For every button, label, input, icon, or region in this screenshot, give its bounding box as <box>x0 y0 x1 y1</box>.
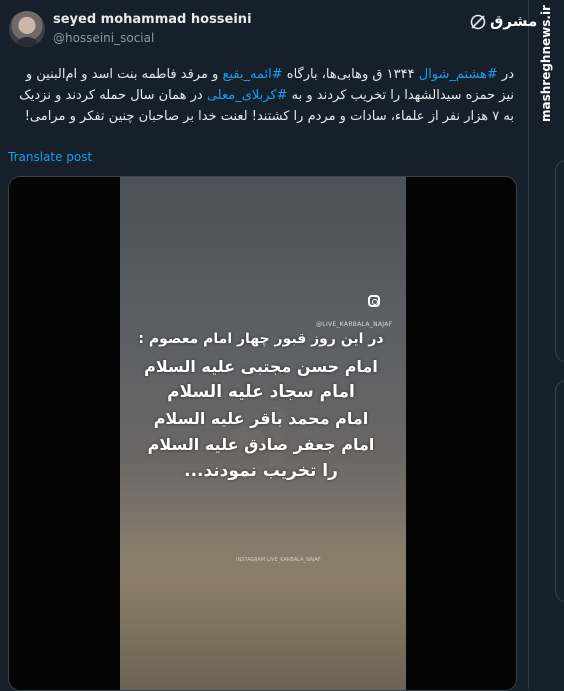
letterbox-left <box>9 177 120 690</box>
video-ground <box>120 520 406 690</box>
video-watermark: INSTAGRAM LIVE_KARBALA_NAJAF <box>236 557 321 563</box>
hashtag-link[interactable]: #کربلای_معلی <box>207 88 288 103</box>
instagram-handle: @LIVE_KARBALA_NAJAF <box>316 321 393 328</box>
video-overlay-line: امام حسن مجتبی علیه السلام <box>144 357 378 376</box>
video-overlay-line: امام سجاد علیه السلام <box>167 382 355 402</box>
right-sidebar <box>555 0 564 689</box>
letterbox-right <box>406 177 516 690</box>
brand-url: mashreghnews.ir <box>528 5 553 122</box>
video-overlay-line: امام جعفر صادق علیه السلام <box>147 435 375 454</box>
grok-icon[interactable] <box>469 13 487 31</box>
text-part: در <box>497 67 514 82</box>
tweet-text: در #هشتم_شوال ۱۳۴۴ ق وهابی‌ها، بارگاه #ا… <box>12 64 514 127</box>
translate-post-link[interactable]: Translate post <box>8 150 92 164</box>
author-name[interactable]: seyed mohammad hosseini <box>53 12 252 27</box>
tweet: seyed mohammad hosseini @hosseini_social… <box>0 0 528 691</box>
hashtag-link[interactable]: #ائمه_بقیع <box>222 67 282 82</box>
video-frame[interactable] <box>120 177 406 690</box>
sidebar-card <box>555 160 564 362</box>
text-part: ۱۳۴۴ ق وهابی‌ها، بارگاه <box>282 67 419 82</box>
hashtag-link[interactable]: #هشتم_شوال <box>419 67 498 82</box>
brand-url-text: mashreghnews.ir <box>539 5 553 122</box>
author-handle[interactable]: @hosseini_social <box>53 31 154 45</box>
sidebar-card <box>555 380 564 602</box>
video-overlay-line: در این روز قبور چهار امام معصوم : <box>138 331 384 347</box>
video-overlay-line: امام محمد باقر علیه السلام <box>153 409 369 428</box>
video-media[interactable]: @LIVE_KARBALA_NAJAF در این روز قبور چهار… <box>8 176 517 691</box>
video-overlay-line: را تخریب نمودند... <box>184 461 338 481</box>
instagram-icon <box>368 295 380 307</box>
avatar[interactable] <box>9 11 45 47</box>
